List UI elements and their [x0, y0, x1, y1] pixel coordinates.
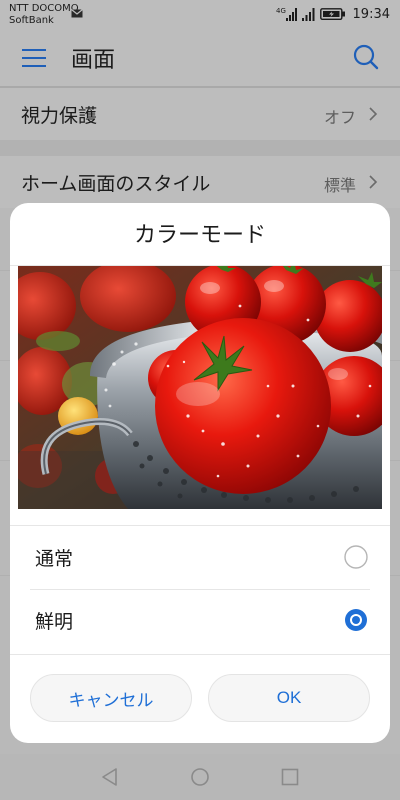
dialog-title: カラーモード: [133, 223, 266, 248]
option-label-normal: 通常: [35, 548, 74, 570]
home-icon[interactable]: [190, 767, 210, 787]
image-divider: [10, 525, 390, 526]
radio-selected-icon[interactable]: [344, 608, 368, 632]
settings-row-label: ホーム画面のスタイル: [21, 173, 211, 195]
carrier-info: NTT DOCOMO SoftBank: [9, 3, 79, 27]
signal-icon: [301, 8, 315, 21]
battery-charging-icon: [319, 8, 345, 20]
option-vivid[interactable]: 鮮明: [10, 591, 390, 651]
settings-row-value: 標準: [323, 176, 356, 195]
cancel-button[interactable]: キャンセル: [30, 674, 192, 722]
recents-icon[interactable]: [280, 767, 300, 787]
radio-unselected-icon[interactable]: [344, 545, 368, 569]
page-title: 画面: [71, 48, 116, 73]
status-indicators: 4G 19:34: [276, 4, 390, 24]
color-mode-dialog: カラーモード 通常 鮮明 キャンセル OK: [10, 203, 390, 743]
settings-row-home-style[interactable]: ホーム画面のスタイル 標準: [0, 156, 400, 208]
tomatoes-preview-image: [18, 266, 382, 509]
signal-4g-icon: 4G: [276, 7, 297, 21]
back-icon[interactable]: [100, 767, 120, 787]
buttons-divider: [10, 654, 390, 655]
option-normal[interactable]: 通常: [10, 528, 390, 588]
status-bar: NTT DOCOMO SoftBank 4G 19:34: [0, 0, 400, 28]
navigation-bar: [0, 754, 400, 800]
option-label-vivid: 鮮明: [35, 611, 74, 633]
settings-row-value: オフ: [323, 108, 356, 127]
search-icon[interactable]: [352, 43, 380, 71]
carrier-primary: NTT DOCOMO: [9, 3, 79, 14]
section-divider: [0, 140, 400, 156]
option-divider: [30, 589, 370, 590]
settings-row-eye-comfort[interactable]: 視力保護 オフ: [0, 88, 400, 140]
hamburger-menu-icon[interactable]: [22, 48, 48, 68]
svg-text:4G: 4G: [276, 7, 286, 15]
chevron-right-icon: [369, 107, 378, 121]
mail-icon: [71, 9, 83, 18]
carrier-secondary: SoftBank: [9, 15, 54, 26]
ok-button[interactable]: OK: [208, 674, 370, 722]
chevron-right-icon: [369, 175, 378, 189]
settings-row-label: 視力保護: [21, 105, 98, 127]
app-bar: 画面: [0, 28, 400, 86]
clock: 19:34: [352, 6, 390, 22]
